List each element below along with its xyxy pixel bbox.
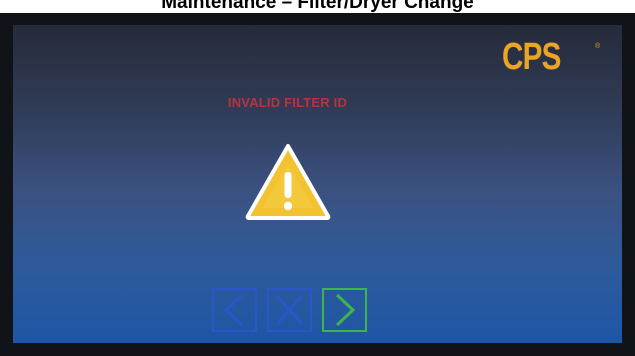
x-icon (267, 288, 312, 332)
error-message: INVALID FILTER ID (227, 95, 348, 110)
cps-logo: CPS (502, 36, 561, 78)
warning-triangle-icon (244, 142, 332, 222)
cancel-button[interactable] (267, 288, 312, 332)
registered-mark: ® (595, 43, 601, 50)
page: Maintenance – Filter/Dryer Change CPS ® … (0, 0, 635, 356)
back-button[interactable] (212, 288, 257, 332)
page-title: Maintenance – Filter/Dryer Change (161, 0, 474, 13)
chevron-right-icon (322, 288, 367, 332)
chevron-left-icon (212, 288, 257, 332)
next-button[interactable] (322, 288, 367, 332)
